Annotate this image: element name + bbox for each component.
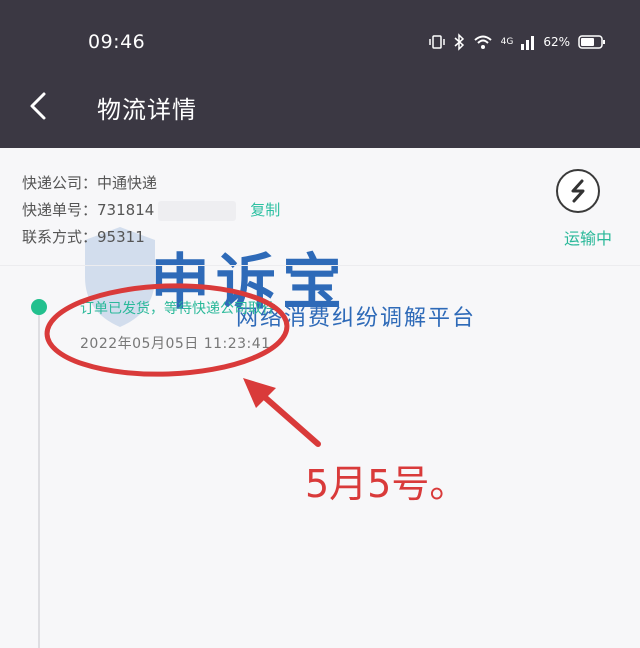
annotation-circle <box>44 283 290 377</box>
wifi-icon <box>473 35 492 49</box>
status-icons: 4G 62% <box>428 33 606 51</box>
status-bar: 09:46 4G 62% <box>0 0 640 64</box>
page-title: 物流详情 <box>97 96 197 124</box>
nav-bar: 物流详情 <box>0 64 640 148</box>
back-arrow-icon[interactable] <box>26 88 52 124</box>
vibrate-icon <box>428 35 445 49</box>
annotation-markup <box>44 283 321 447</box>
logistics-content: 申诉宝 网络消费纠纷调解平台 快递公司： 中通快递 快递单号： 731814 复… <box>0 148 640 648</box>
bluetooth-icon <box>454 33 464 51</box>
battery-percent: 62% <box>543 35 570 49</box>
annotation-text: 5月5号。 <box>305 462 468 506</box>
signal-label: 4G <box>500 37 514 47</box>
status-time: 09:46 <box>88 31 146 53</box>
signal-icon <box>521 36 535 50</box>
battery-icon <box>578 35 605 49</box>
